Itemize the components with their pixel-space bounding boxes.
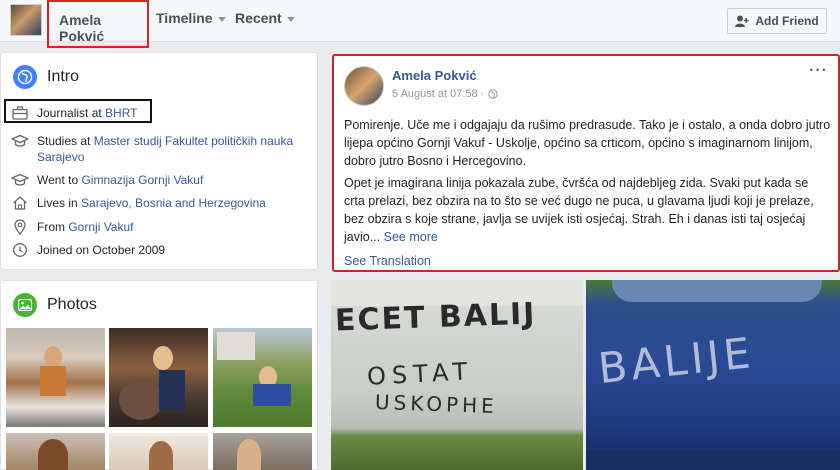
photos-icon — [13, 293, 37, 317]
photo-thumbnail[interactable] — [213, 328, 312, 427]
location-pin-icon — [14, 219, 26, 235]
post-paragraph-2: Opet je imagirana linija pokazala zube, … — [344, 174, 832, 246]
graffiti-wall-text-2: OSTAT — [366, 357, 474, 391]
see-translation-link[interactable]: See Translation — [344, 254, 431, 268]
graffiti-wall-photo[interactable]: ECET BALIJ OSTAT USKOPHE — [331, 280, 583, 470]
intro-header: Intro — [13, 65, 79, 89]
went-place-link[interactable]: Gimnazija Gornji Vakuf — [81, 173, 203, 187]
briefcase-icon — [12, 106, 28, 120]
went-prefix: Went to — [37, 173, 82, 187]
graffiti-car-photo[interactable]: BALIJE — [586, 280, 840, 470]
tab-recent[interactable]: Recent — [235, 10, 295, 26]
photos-header: Photos — [13, 293, 97, 317]
graffiti-wall-text-3: USKOPHE — [374, 389, 499, 419]
post-card: Amela Pokvić 5 August at 07:58 · ··· Pom… — [332, 54, 840, 272]
intro-from: From Gornji Vakuf — [11, 219, 133, 235]
photo-thumbnail[interactable] — [6, 328, 105, 427]
post-author-name[interactable]: Amela Pokvić — [392, 68, 477, 83]
tab-recent-label[interactable]: Recent — [235, 10, 282, 26]
tab-timeline[interactable]: Timeline — [156, 10, 226, 26]
post-author-avatar[interactable] — [344, 66, 384, 106]
globe-icon — [488, 89, 499, 99]
post-options-icon[interactable]: ··· — [809, 62, 828, 80]
from-prefix: From — [37, 220, 69, 234]
add-friend-button[interactable]: Add Friend — [727, 8, 827, 34]
joined-text: Joined on October 2009 — [37, 243, 166, 257]
intro-lives-in: Lives in Sarajevo, Bosnia and Herzegovin… — [11, 195, 266, 211]
graffiti-car-text: BALIJE — [595, 327, 757, 394]
add-friend-label: Add Friend — [755, 14, 819, 28]
photo-thumbnail[interactable] — [109, 328, 208, 427]
profile-name-tab[interactable]: Amela Pokvić — [47, 0, 149, 48]
photo-thumbnail[interactable] — [109, 433, 208, 470]
post-timestamp[interactable]: 5 August at 07:58 · — [392, 88, 499, 100]
clock-icon — [13, 243, 27, 257]
lives-place-link[interactable]: Sarajevo, Bosnia and Herzegovina — [81, 196, 266, 210]
chevron-down-icon — [217, 16, 226, 22]
from-place-link[interactable]: Gornji Vakuf — [68, 220, 133, 234]
profile-thumbnail[interactable] — [10, 4, 42, 36]
intro-card: Intro Journalist at BHRT Studies at Mast… — [0, 52, 318, 270]
intro-joined: Joined on October 2009 — [11, 242, 165, 258]
add-friend-icon — [735, 15, 750, 27]
photos-card: Photos — [0, 280, 318, 470]
work-org-link[interactable]: BHRT — [105, 106, 137, 120]
graduation-cap-icon — [11, 173, 29, 186]
study-prefix: Studies at — [37, 134, 94, 148]
graduation-cap-icon — [11, 134, 29, 147]
intro-studies: Studies at Master studij Fakultet politi… — [11, 133, 311, 165]
intro-work: Journalist at BHRT — [11, 105, 138, 121]
post-date-text[interactable]: 5 August at 07:58 · — [392, 88, 484, 100]
chevron-down-icon — [286, 16, 295, 22]
see-more-link[interactable]: See more — [384, 230, 438, 244]
graffiti-wall-text-1: ECET BALIJ — [334, 296, 537, 339]
lives-prefix: Lives in — [37, 196, 82, 210]
profile-name[interactable]: Amela Pokvić — [59, 12, 147, 44]
post-paragraph-1: Pomirenje. Uče me i odgajaju da rušimo p… — [344, 118, 831, 168]
photos-title: Photos — [47, 296, 97, 313]
photo-thumbnail[interactable] — [6, 433, 105, 470]
home-icon — [13, 196, 27, 210]
intro-went-to: Went to Gimnazija Gornji Vakuf — [11, 172, 203, 188]
photo-thumbnail[interactable] — [213, 433, 312, 470]
tab-timeline-label[interactable]: Timeline — [156, 10, 213, 26]
intro-title: Intro — [47, 68, 80, 85]
work-prefix: Journalist at — [37, 106, 106, 120]
globe-icon — [13, 65, 37, 89]
profile-topbar: Amela Pokvić Timeline Recent Add Friend — [0, 0, 840, 48]
